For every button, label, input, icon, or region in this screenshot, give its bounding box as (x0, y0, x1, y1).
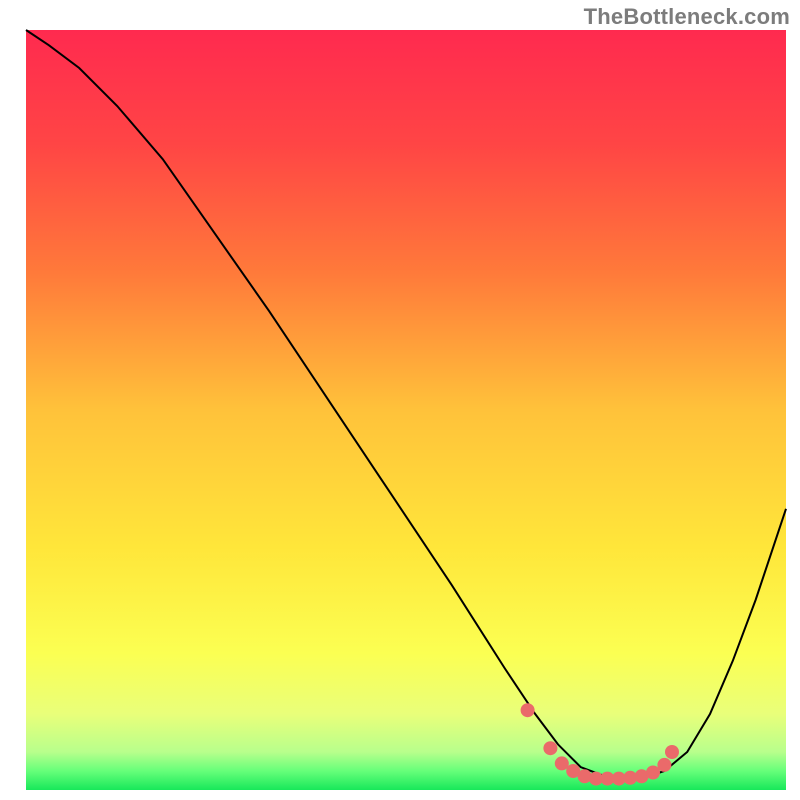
highlight-dot (555, 756, 569, 770)
highlight-dot (665, 745, 679, 759)
bottleneck-chart (0, 0, 800, 800)
highlight-dot (657, 758, 671, 772)
highlight-dot (543, 741, 557, 755)
plot-background (26, 30, 786, 790)
highlight-dot (646, 766, 660, 780)
chart-container: TheBottleneck.com (0, 0, 800, 800)
highlight-dot (521, 703, 535, 717)
